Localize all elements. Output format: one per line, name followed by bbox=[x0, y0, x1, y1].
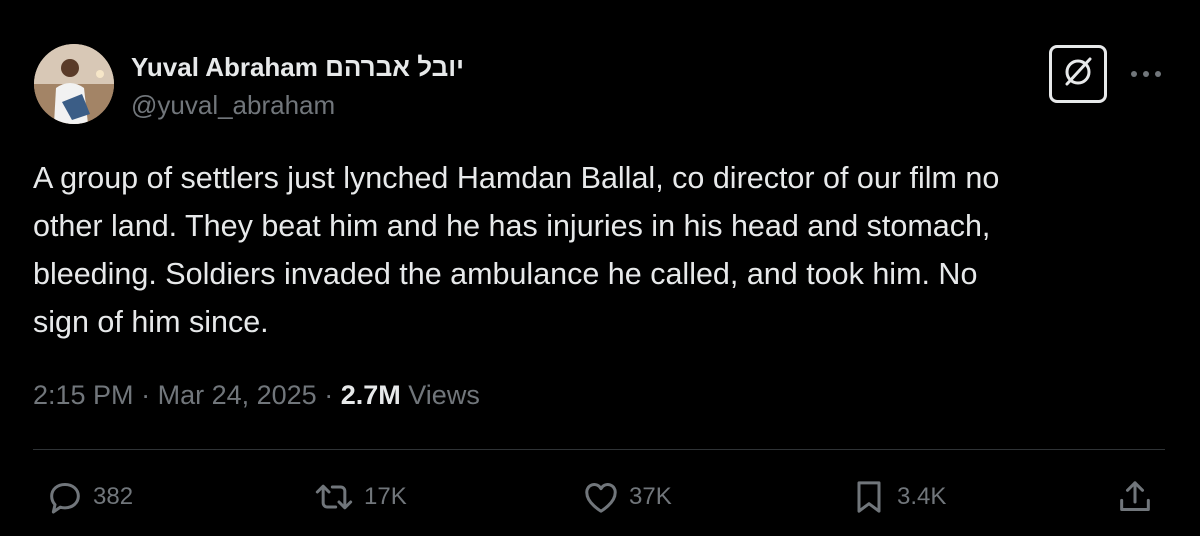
avatar[interactable] bbox=[34, 44, 114, 124]
more-icon bbox=[1130, 65, 1162, 83]
like-button[interactable]: 37K bbox=[581, 474, 672, 520]
bookmark-count: 3.4K bbox=[897, 483, 947, 510]
author-display-name[interactable]: Yuval Abraham יובל אברהם bbox=[131, 52, 464, 83]
reply-count: 382 bbox=[93, 483, 134, 510]
repost-icon bbox=[312, 477, 356, 517]
like-count: 37K bbox=[629, 483, 672, 510]
divider bbox=[33, 449, 1165, 450]
repost-count: 17K bbox=[364, 483, 407, 510]
grok-icon bbox=[1061, 55, 1095, 94]
meta-separator: · bbox=[324, 380, 334, 410]
bookmark-icon bbox=[849, 477, 889, 517]
views-count[interactable]: 2.7M bbox=[341, 380, 401, 410]
reply-button[interactable]: 382 bbox=[45, 474, 133, 520]
author-handle[interactable]: @yuval_abraham bbox=[131, 90, 335, 121]
tweet-text: A group of settlers just lynched Hamdan … bbox=[33, 161, 1000, 339]
share-icon bbox=[1115, 477, 1155, 517]
tweet-date[interactable]: Mar 24, 2025 bbox=[158, 380, 317, 410]
more-options-button[interactable] bbox=[1128, 62, 1164, 86]
repost-button[interactable]: 17K bbox=[312, 474, 407, 520]
tweet: Yuval Abraham יובל אברהם @yuval_abraham … bbox=[0, 0, 1200, 536]
tweet-time[interactable]: 2:15 PM bbox=[33, 380, 134, 410]
bookmark-button[interactable]: 3.4K bbox=[849, 474, 946, 520]
heart-icon bbox=[581, 477, 621, 517]
meta-separator: · bbox=[141, 380, 151, 410]
tweet-meta: 2:15 PM · Mar 24, 2025 · 2.7M Views bbox=[33, 380, 480, 411]
share-button[interactable] bbox=[1115, 474, 1155, 520]
grok-button[interactable] bbox=[1049, 45, 1107, 103]
reply-icon bbox=[45, 477, 85, 517]
views-label: Views bbox=[408, 380, 480, 410]
